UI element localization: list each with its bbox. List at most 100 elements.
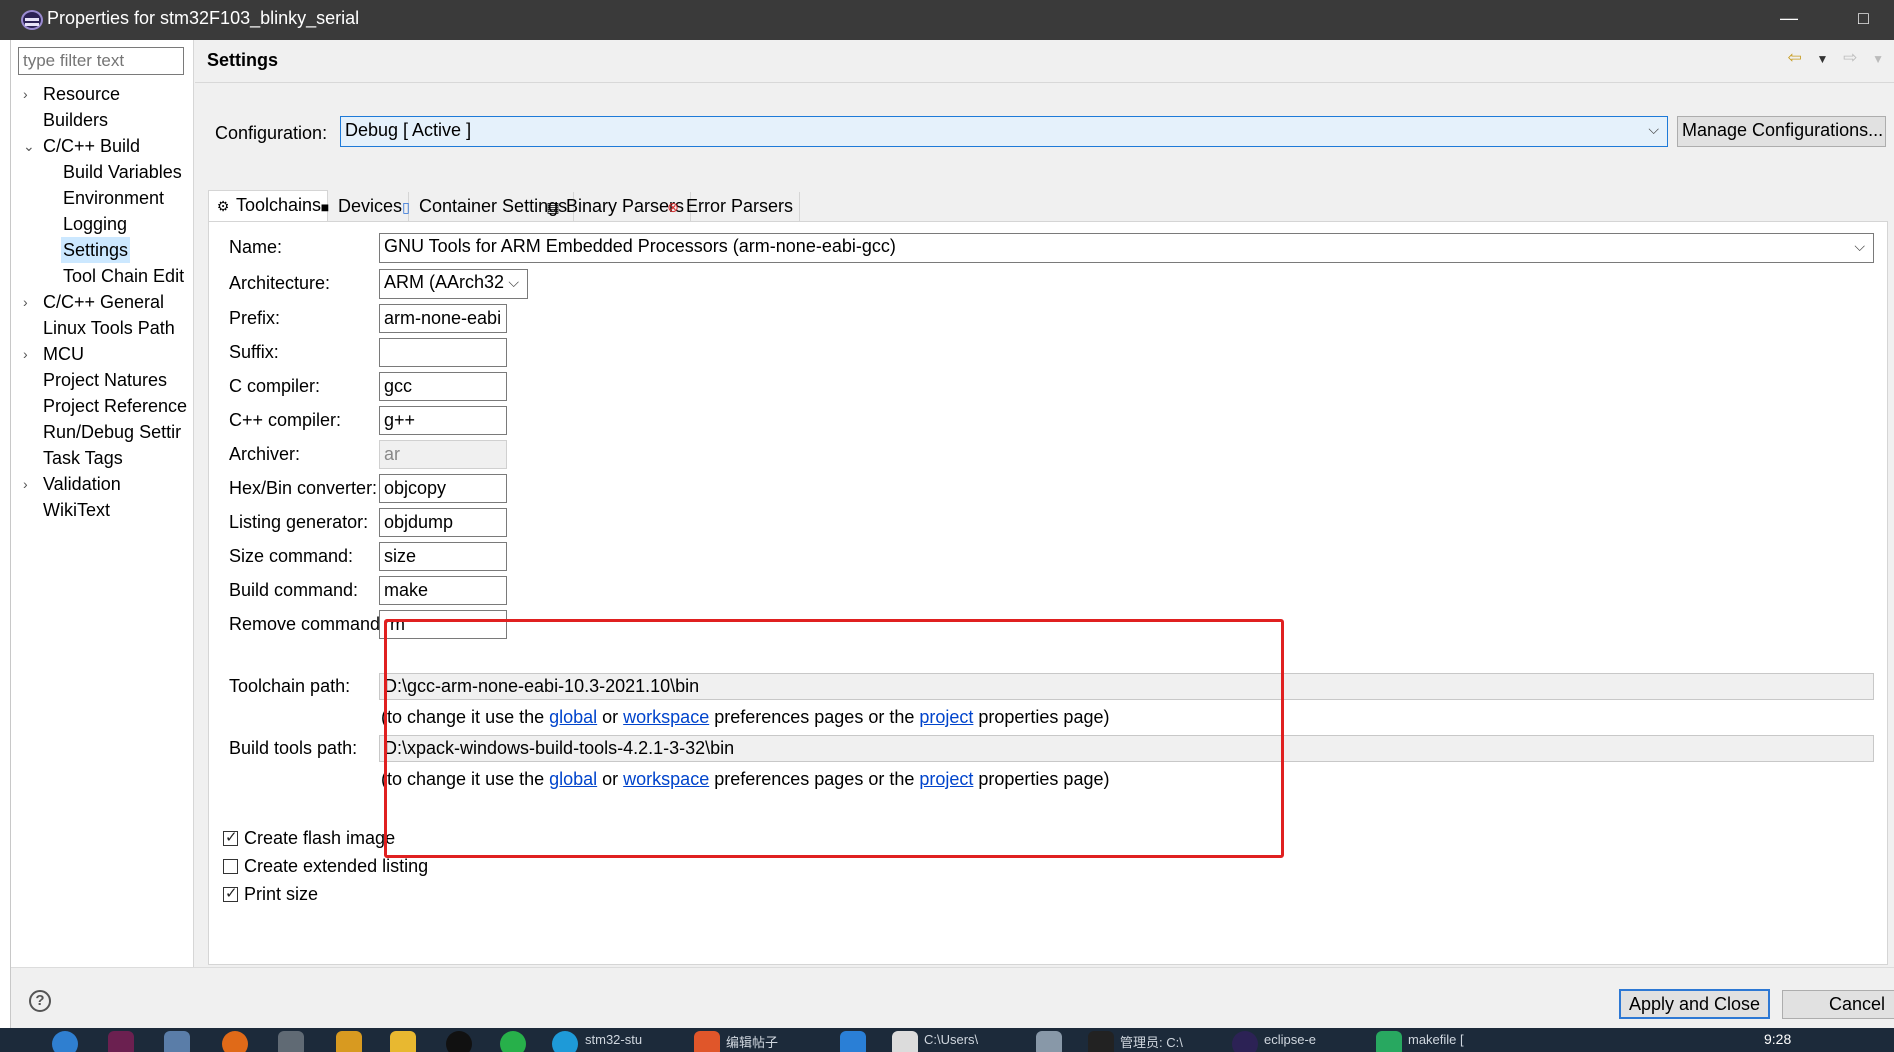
app-icon[interactable] bbox=[108, 1031, 134, 1052]
app-icon[interactable] bbox=[222, 1031, 248, 1052]
app-icon[interactable] bbox=[336, 1031, 362, 1052]
name-label: Name: bbox=[229, 237, 283, 257]
tree-item[interactable]: Environment bbox=[11, 185, 194, 211]
tree-item[interactable]: Linux Tools Path bbox=[11, 315, 194, 341]
global-link[interactable]: global bbox=[549, 769, 597, 789]
tree-item[interactable]: › Validation bbox=[11, 471, 194, 497]
forward-arrow-icon[interactable]: ⇨ bbox=[1843, 48, 1857, 67]
prefix-input[interactable] bbox=[379, 304, 507, 333]
taskbar-item-label[interactable]: eclipse-e bbox=[1264, 1032, 1316, 1047]
size-command-input[interactable] bbox=[379, 542, 507, 571]
app-icon[interactable] bbox=[694, 1031, 720, 1052]
edge-icon[interactable] bbox=[552, 1031, 578, 1052]
eclipse-icon[interactable] bbox=[1232, 1031, 1258, 1052]
browser-icon[interactable] bbox=[52, 1031, 78, 1052]
tab-error-parsers[interactable]: ⊗ Error Parsers bbox=[659, 192, 801, 222]
hint-text: preferences pages or the bbox=[709, 769, 920, 789]
configuration-label: Configuration: bbox=[215, 123, 328, 143]
create-extended-listing-checkbox[interactable]: Create extended listing bbox=[223, 856, 428, 877]
chevron-down-icon[interactable]: ⌄ bbox=[23, 133, 37, 159]
editor-icon[interactable] bbox=[1376, 1031, 1402, 1052]
calculator-icon[interactable] bbox=[164, 1031, 190, 1052]
tab-label: Error Parsers bbox=[686, 196, 794, 216]
app-icon[interactable] bbox=[1036, 1031, 1062, 1052]
architecture-select[interactable]: ARM (AArch32 ⌵ bbox=[379, 269, 528, 299]
maximize-button[interactable]: □ bbox=[1858, 8, 1869, 29]
toolchain-name-select[interactable]: GNU Tools for ARM Embedded Processors (a… bbox=[379, 233, 1874, 263]
tree-item[interactable]: Task Tags bbox=[11, 445, 194, 471]
tree-item[interactable]: › C/C++ General bbox=[11, 289, 194, 315]
tree-item-label: Project Natures bbox=[43, 370, 168, 390]
taskbar-item-label[interactable]: 管理员: C:\ bbox=[1120, 1032, 1183, 1051]
back-arrow-icon[interactable]: ⇦ bbox=[1788, 48, 1802, 67]
remove-command-label: Remove command: bbox=[229, 614, 386, 634]
checkbox-checked-icon[interactable] bbox=[223, 828, 238, 846]
prefix-label: Prefix: bbox=[229, 308, 281, 328]
project-link[interactable]: project bbox=[919, 707, 973, 727]
tree-item[interactable]: ⌄ C/C++ Build bbox=[11, 133, 194, 159]
project-link[interactable]: project bbox=[919, 769, 973, 789]
suffix-input[interactable] bbox=[379, 338, 507, 367]
tree-item[interactable]: Project Reference bbox=[11, 393, 194, 419]
tree-item[interactable]: › MCU bbox=[11, 341, 194, 367]
tree-item[interactable]: WikiText bbox=[11, 497, 194, 523]
tree-item[interactable]: Project Natures bbox=[11, 367, 194, 393]
suffix-label: Suffix: bbox=[229, 342, 279, 362]
checkbox-unchecked-icon[interactable] bbox=[223, 859, 238, 874]
apply-and-close-button[interactable]: Apply and Close bbox=[1619, 989, 1770, 1019]
tree-item[interactable]: Build Variables bbox=[11, 159, 194, 185]
tree-item-label: Validation bbox=[43, 474, 121, 494]
workspace-link[interactable]: workspace bbox=[623, 707, 709, 727]
filter-input[interactable] bbox=[18, 47, 184, 75]
cpp-compiler-input[interactable] bbox=[379, 406, 507, 435]
folder-icon[interactable] bbox=[390, 1031, 416, 1052]
toolchains-panel: Name: GNU Tools for ARM Embedded Process… bbox=[208, 221, 1888, 965]
tree-item[interactable]: Run/Debug Settir bbox=[11, 419, 194, 445]
wechat-icon[interactable] bbox=[500, 1031, 526, 1052]
header-separator bbox=[195, 82, 1894, 83]
c-compiler-input[interactable] bbox=[379, 372, 507, 401]
binary-parsers-icon: ▤ bbox=[546, 199, 560, 215]
build-command-input[interactable] bbox=[379, 576, 507, 605]
checkbox-checked-icon[interactable] bbox=[223, 884, 238, 902]
tree-item-label: C/C++ Build bbox=[43, 136, 141, 156]
hint-text: or bbox=[597, 769, 624, 789]
taskbar-item-label[interactable]: stm32-stu bbox=[585, 1032, 642, 1047]
build-tools-path-hint: (to change it use the global or workspac… bbox=[381, 769, 1109, 790]
taskbar-item-label[interactable]: makefile [ bbox=[1408, 1032, 1464, 1047]
tree-item[interactable]: Builders bbox=[11, 107, 194, 133]
print-size-checkbox[interactable]: Print size bbox=[223, 884, 318, 905]
terminal-icon[interactable] bbox=[1088, 1031, 1114, 1052]
tools-icon[interactable] bbox=[278, 1031, 304, 1052]
tree-item[interactable]: › Resource bbox=[11, 81, 194, 107]
taskbar-item-label[interactable]: C:\Users\ bbox=[924, 1032, 978, 1047]
checkbox-label: Print size bbox=[244, 884, 319, 904]
chevron-right-icon[interactable]: › bbox=[23, 81, 37, 107]
app-icon[interactable] bbox=[446, 1031, 472, 1052]
global-link[interactable]: global bbox=[549, 707, 597, 727]
chevron-right-icon[interactable]: › bbox=[23, 289, 37, 315]
minimize-button[interactable]: — bbox=[1780, 8, 1798, 29]
listing-generator-input[interactable] bbox=[379, 508, 507, 537]
tree-item[interactable]: Logging bbox=[11, 211, 194, 237]
taskbar-item-label[interactable]: 编辑帖子 bbox=[726, 1032, 778, 1051]
manage-configurations-button[interactable]: Manage Configurations... bbox=[1677, 116, 1886, 147]
chevron-right-icon[interactable]: › bbox=[23, 471, 37, 497]
tree-item-label: Resource bbox=[43, 84, 121, 104]
back-dropdown-icon[interactable]: ▼ bbox=[1817, 52, 1829, 66]
workspace-link[interactable]: workspace bbox=[623, 769, 709, 789]
forward-dropdown-icon[interactable]: ▼ bbox=[1872, 52, 1884, 66]
tree-item[interactable]: Tool Chain Edit bbox=[11, 263, 194, 289]
tree-item-label: Build Variables bbox=[63, 162, 182, 182]
notepad-icon[interactable] bbox=[892, 1031, 918, 1052]
remove-command-input[interactable] bbox=[379, 610, 507, 639]
cancel-button[interactable]: Cancel bbox=[1782, 990, 1894, 1019]
tree-item[interactable]: Settings bbox=[11, 237, 194, 263]
help-icon[interactable]: ? bbox=[29, 990, 51, 1012]
tree-item-label: Builders bbox=[43, 110, 109, 130]
create-flash-image-checkbox[interactable]: Create flash image bbox=[223, 828, 395, 849]
hex-bin-converter-input[interactable] bbox=[379, 474, 507, 503]
chevron-right-icon[interactable]: › bbox=[23, 341, 37, 367]
vscode-icon[interactable] bbox=[840, 1031, 866, 1052]
configuration-select[interactable]: Debug [ Active ] ⌵ bbox=[340, 116, 1668, 147]
